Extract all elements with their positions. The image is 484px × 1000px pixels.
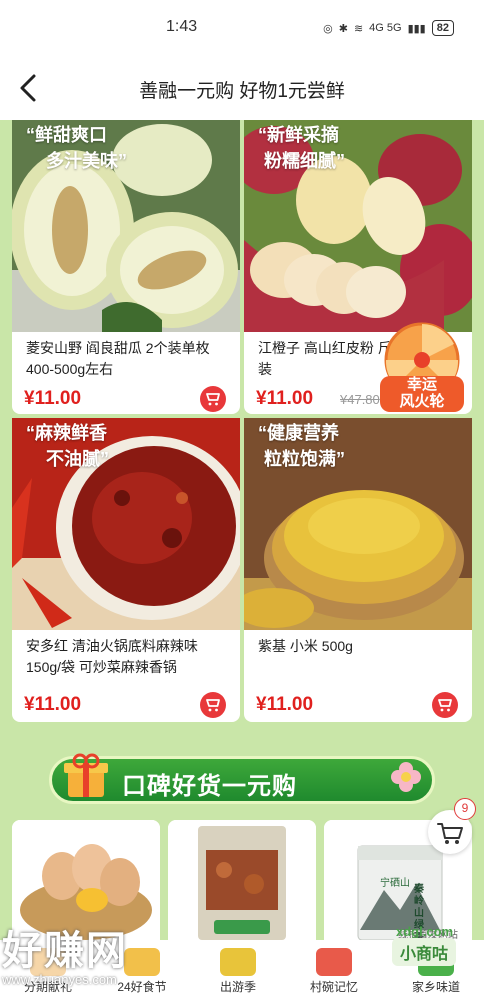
watermark-text: 好赚网 <box>2 929 128 973</box>
cart-icon <box>438 699 452 712</box>
watermark-url: www.zhuanyes.com <box>2 972 117 987</box>
add-to-cart-button[interactable] <box>200 386 226 412</box>
product-price: ¥11.00 <box>256 694 314 715</box>
product-name: 菱安山野 阎良甜瓜 2个装单枚400-500g左右 <box>26 340 210 377</box>
watermark-logo: 好赚网 www.zhuanyes.com <box>2 918 212 988</box>
add-to-cart-button[interactable] <box>200 692 226 718</box>
product-tag: “鲜甜爽口 多汁美味” <box>26 122 127 174</box>
cart-icon <box>206 393 220 406</box>
promo-banner[interactable]: 口碑好货一元购 <box>49 753 435 804</box>
nav-item-village-bowl[interactable]: 村碗记忆 <box>286 940 382 1000</box>
watermark-secondary: 小商咕 <box>392 938 457 966</box>
product-tag-line1: “麻辣鲜香 <box>26 423 107 443</box>
product-card[interactable]: “鲜甜爽口 多汁美味” 菱安山野 阎良甜瓜 2个装单枚400-500g左右 ¥1… <box>12 120 240 414</box>
lucky-wheel-button[interactable]: 幸运 风火轮 <box>372 320 472 416</box>
gift-icon <box>64 753 108 797</box>
product-name: 紫基 小米 500g <box>258 638 353 654</box>
network-label: 4G 5G <box>369 22 402 34</box>
promo-banner-text: 口碑好货一元购 <box>122 773 297 800</box>
wifi-icon: ≋ <box>353 22 364 35</box>
bluetooth-icon: ✱ <box>338 22 348 35</box>
product-price: ¥11.00 <box>24 694 82 715</box>
status-bar: 1:43 ◎ ✱ ≋ 4G 5G ▮▮▮ 82 <box>0 0 484 56</box>
product-price: ¥11.00 <box>24 388 82 409</box>
lucky-wheel-line1: 幸运 <box>406 376 437 393</box>
alarm-icon: ◎ <box>323 22 333 35</box>
add-to-cart-button[interactable] <box>432 692 458 718</box>
cart-icon <box>206 699 220 712</box>
product-tag-line2: 不油腻” <box>46 449 109 469</box>
page-title: 善融一元购 好物1元尝鲜 <box>139 81 345 102</box>
nav-label: 村碗记忆 <box>309 980 358 994</box>
product-tag: “新鲜采摘 粉糯细腻” <box>258 122 345 174</box>
battery-indicator: 82 <box>431 20 454 36</box>
product-tag-line2: 多汁美味” <box>46 151 127 171</box>
car-icon <box>220 948 256 976</box>
product-name: 安多红 清油火锅底料麻辣味150g/袋 可炒菜麻辣香锅 <box>26 638 198 675</box>
product-tag: “麻辣鲜香 不油腻” <box>26 420 109 472</box>
product-tag-line1: “新鲜采摘 <box>258 125 339 145</box>
product-tag-line1: “鲜甜爽口 <box>26 125 107 145</box>
bowl-icon <box>316 948 352 976</box>
flower-icon <box>391 762 421 792</box>
status-icons: ◎ ✱ ≋ 4G 5G ▮▮▮ 82 <box>323 20 454 36</box>
floating-cart-button[interactable]: 9 <box>428 798 476 854</box>
tea-top-label: 宁硒山 <box>380 878 410 889</box>
page-header: 善融一元购 好物1元尝鲜 <box>0 56 484 120</box>
product-tag-line1: “健康营养 <box>258 423 339 443</box>
signal-icon: ▮▮▮ <box>407 22 426 35</box>
product-card[interactable]: “麻辣鲜香 不油腻” 安多红 清油火锅底料麻辣味150g/袋 可炒菜麻辣香锅 ¥… <box>12 418 240 722</box>
status-time: 1:43 <box>166 18 198 35</box>
product-card[interactable]: “健康营养 粒粒饱满” 紫基 小米 500g ¥11.00 <box>244 418 472 722</box>
product-tag: “健康营养 粒粒饱满” <box>258 420 345 472</box>
lucky-wheel-line2: 风火轮 <box>399 393 445 410</box>
watermark-site: xdgl.com <box>396 924 454 939</box>
product-price: ¥11.00 <box>256 388 314 409</box>
cart-count-badge: 9 <box>454 798 476 820</box>
lucky-wheel-label: 幸运 风火轮 <box>380 376 464 410</box>
watermark-secondary-text: 小商咕 <box>392 938 457 966</box>
product-tag-line2: 粉糯细腻” <box>264 151 345 171</box>
product-tag-line2: 粒粒饱满” <box>264 449 345 469</box>
nav-label: 家乡味道 <box>411 980 460 994</box>
